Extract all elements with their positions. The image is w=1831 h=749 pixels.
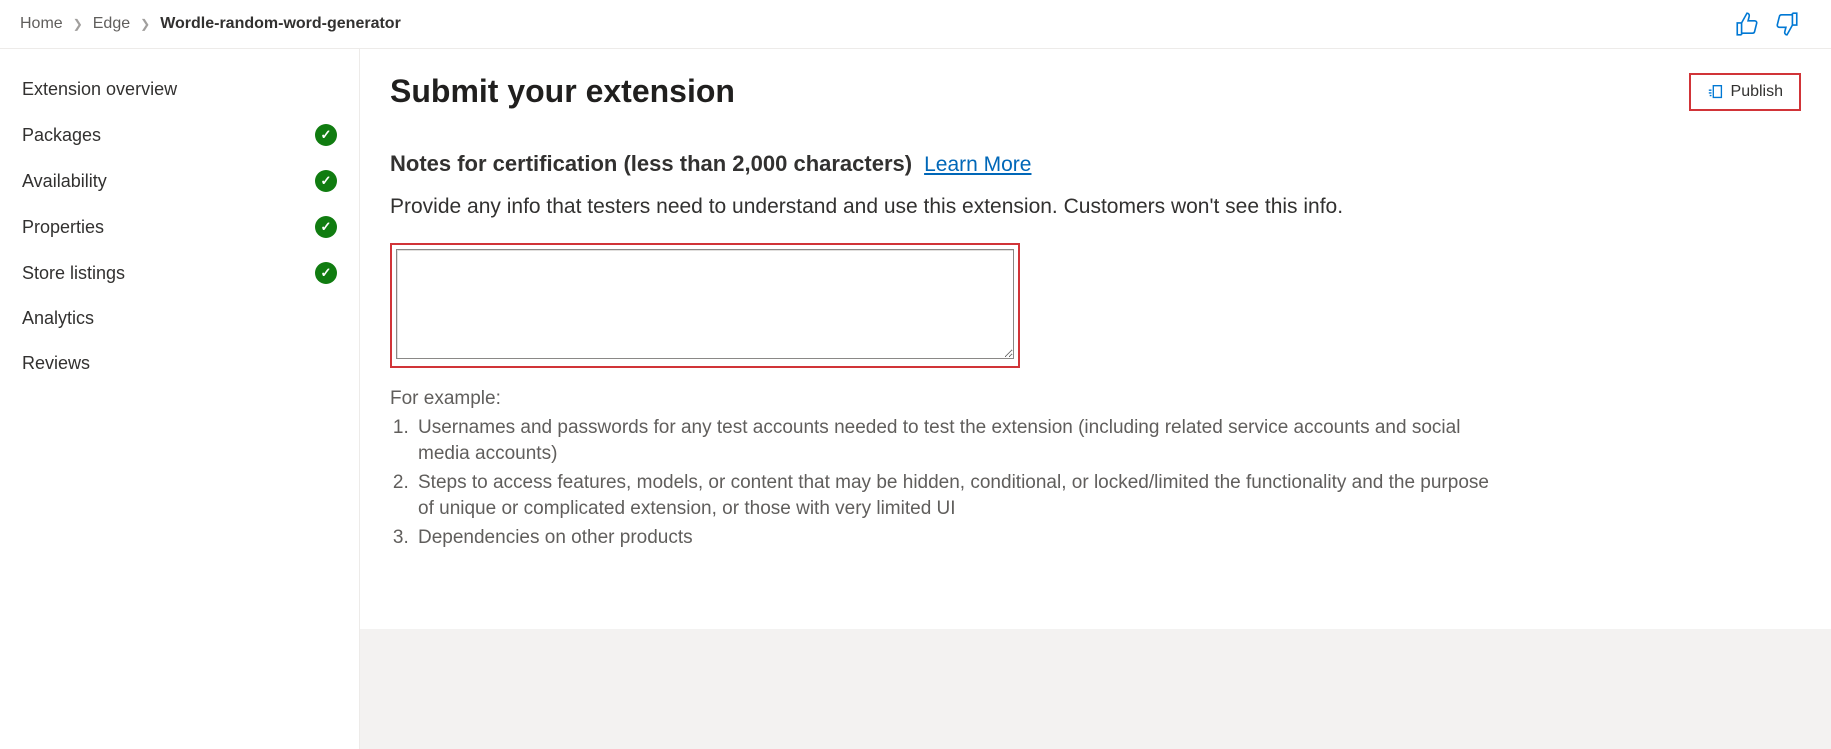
footer-background	[360, 629, 1831, 749]
notes-heading-text: Notes for certification (less than 2,000…	[390, 151, 912, 177]
sidebar-item-availability[interactable]: Availability ✓	[20, 158, 339, 204]
sidebar-item-label: Packages	[22, 125, 101, 146]
sidebar-item-extension-overview[interactable]: Extension overview	[20, 67, 339, 112]
chevron-right-icon: ❯	[140, 17, 150, 31]
thumbs-down-icon[interactable]	[1773, 10, 1801, 38]
chevron-right-icon: ❯	[73, 17, 83, 31]
sidebar-item-label: Reviews	[22, 353, 90, 374]
sidebar-item-store-listings[interactable]: Store listings ✓	[20, 250, 339, 296]
page-title: Submit your extension	[390, 73, 735, 110]
example-item: Dependencies on other products	[414, 525, 1490, 552]
sidebar-item-analytics[interactable]: Analytics	[20, 296, 339, 341]
sidebar: Extension overview Packages ✓ Availabili…	[0, 49, 360, 749]
example-list: Usernames and passwords for any test acc…	[390, 415, 1490, 552]
sidebar-item-reviews[interactable]: Reviews	[20, 341, 339, 386]
publish-button-label: Publish	[1731, 83, 1783, 101]
thumbs-up-icon[interactable]	[1733, 10, 1761, 38]
checkmark-icon: ✓	[315, 170, 337, 192]
example-item: Usernames and passwords for any test acc…	[414, 415, 1490, 468]
publish-icon	[1707, 83, 1725, 101]
breadcrumb-edge[interactable]: Edge	[93, 15, 130, 33]
notes-textarea-highlight	[390, 243, 1020, 368]
example-label: For example:	[390, 386, 1490, 413]
sidebar-item-label: Availability	[22, 171, 107, 192]
learn-more-link[interactable]: Learn More	[924, 153, 1031, 177]
sidebar-item-properties[interactable]: Properties ✓	[20, 204, 339, 250]
sidebar-item-label: Analytics	[22, 308, 94, 329]
sidebar-item-label: Store listings	[22, 263, 125, 284]
main-content: Submit your extension Publish Notes for …	[360, 49, 1831, 749]
notes-subtitle: Provide any info that testers need to un…	[390, 195, 1801, 219]
checkmark-icon: ✓	[315, 216, 337, 238]
sidebar-item-packages[interactable]: Packages ✓	[20, 112, 339, 158]
breadcrumb-current: Wordle-random-word-generator	[160, 15, 401, 33]
example-item: Steps to access features, models, or con…	[414, 470, 1490, 523]
notes-textarea[interactable]	[396, 249, 1014, 359]
breadcrumb: Home ❯ Edge ❯ Wordle-random-word-generat…	[20, 15, 401, 33]
notes-heading: Notes for certification (less than 2,000…	[390, 151, 1801, 177]
sidebar-item-label: Properties	[22, 217, 104, 238]
checkmark-icon: ✓	[315, 124, 337, 146]
checkmark-icon: ✓	[315, 262, 337, 284]
breadcrumb-home[interactable]: Home	[20, 15, 63, 33]
publish-button[interactable]: Publish	[1689, 73, 1801, 111]
sidebar-item-label: Extension overview	[22, 79, 177, 100]
